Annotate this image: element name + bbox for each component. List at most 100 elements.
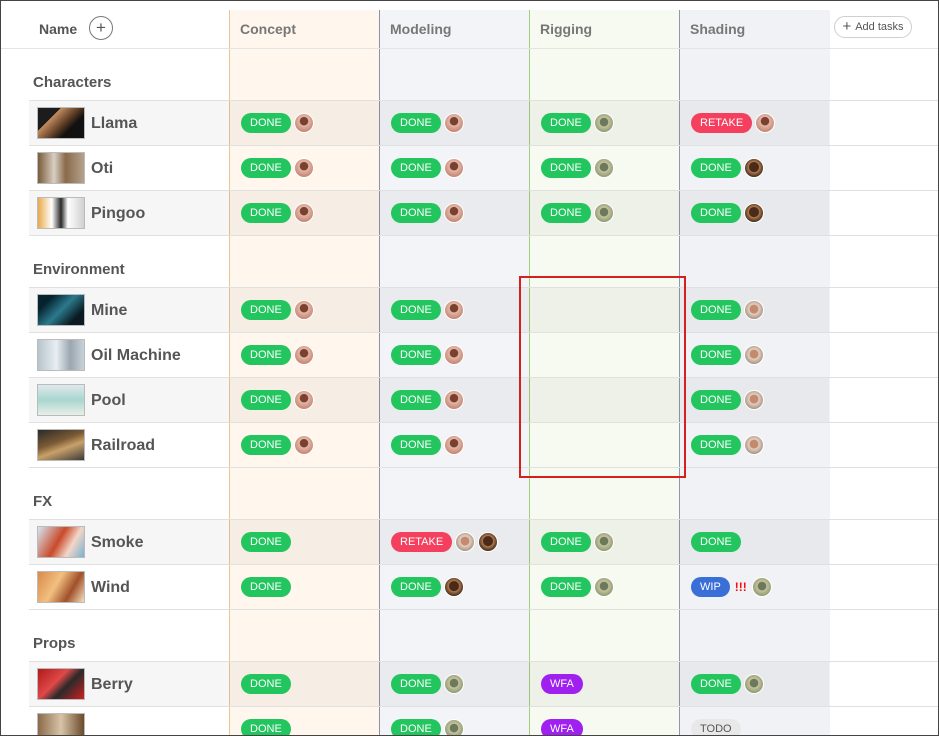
status-badge[interactable]: DONE [241,435,291,455]
task-cell-shading[interactable]: DONE [691,342,764,368]
task-cell-concept[interactable]: DONE [241,432,314,458]
avatar[interactable] [743,158,764,178]
task-cell-rigging[interactable]: DONE [541,574,614,600]
table-row[interactable]: Smoke DONE RETAKE DONE DONE [29,519,938,564]
task-cell-shading[interactable]: TODO [691,716,741,735]
task-cell-rigging[interactable]: DONE [541,529,614,555]
table-row[interactable]: Oti DONE DONE DONE DONE [29,145,938,190]
task-cell-rigging[interactable]: DONE [541,155,614,181]
task-cell-concept[interactable]: DONE [241,155,314,181]
avatar[interactable] [443,577,464,597]
status-badge[interactable]: DONE [241,532,291,552]
status-badge[interactable]: DONE [391,158,441,178]
status-badge[interactable]: WIP [691,577,730,597]
task-cell-modeling[interactable]: DONE [391,155,464,181]
avatar[interactable] [293,113,314,133]
task-cell-modeling[interactable]: DONE [391,716,464,735]
asset-thumbnail[interactable] [37,429,85,461]
add-tasks-button[interactable]: + Add tasks [834,16,912,38]
task-cell-modeling[interactable]: DONE [391,110,464,136]
status-badge[interactable]: DONE [391,345,441,365]
asset-thumbnail[interactable] [37,384,85,416]
status-badge[interactable]: WFA [541,674,583,694]
status-badge[interactable]: DONE [691,203,741,223]
task-cell-concept[interactable]: DONE [241,529,291,555]
status-badge[interactable]: DONE [391,719,441,735]
avatar[interactable] [593,203,614,223]
status-badge[interactable]: WFA [541,719,583,735]
avatar[interactable] [293,435,314,455]
avatar[interactable] [743,674,764,694]
avatar[interactable] [443,345,464,365]
column-header-modeling[interactable]: Modeling [390,21,451,37]
status-badge[interactable]: DONE [691,300,741,320]
avatar[interactable] [443,113,464,133]
task-cell-concept[interactable]: DONE [241,387,314,413]
status-badge[interactable]: RETAKE [391,532,453,552]
status-badge[interactable]: DONE [391,674,441,694]
status-badge[interactable]: TODO [691,719,741,735]
status-badge[interactable]: DONE [541,158,591,178]
status-badge[interactable]: DONE [541,203,591,223]
column-header-rigging[interactable]: Rigging [540,21,592,37]
avatar[interactable] [478,532,499,552]
task-cell-modeling[interactable]: DONE [391,342,464,368]
task-cell-rigging[interactable]: WFA [541,671,583,697]
status-badge[interactable]: DONE [241,390,291,410]
asset-name[interactable]: Berry [91,676,133,694]
status-badge[interactable]: DONE [691,435,741,455]
task-cell-modeling[interactable]: DONE [391,387,464,413]
task-cell-concept[interactable]: DONE [241,110,314,136]
status-badge[interactable]: RETAKE [691,113,753,133]
asset-name[interactable]: Mine [91,302,127,320]
status-badge[interactable]: DONE [241,674,291,694]
asset-name[interactable]: Pool [91,392,126,410]
table-row[interactable]: Railroad DONE DONE DONE [29,422,938,468]
status-badge[interactable]: DONE [691,345,741,365]
task-cell-concept[interactable]: DONE [241,716,291,735]
task-cell-rigging[interactable]: DONE [541,200,614,226]
asset-thumbnail[interactable] [37,526,85,558]
asset-thumbnail[interactable] [37,571,85,603]
status-badge[interactable]: DONE [391,203,441,223]
task-cell-concept[interactable]: DONE [241,671,291,697]
add-entity-button[interactable]: + [89,16,113,40]
status-badge[interactable]: DONE [391,300,441,320]
avatar[interactable] [593,158,614,178]
table-row[interactable]: Pool DONE DONE DONE [29,377,938,422]
avatar[interactable] [743,345,764,365]
task-cell-shading[interactable]: DONE [691,529,741,555]
avatar[interactable] [443,674,464,694]
status-badge[interactable]: DONE [541,113,591,133]
status-badge[interactable]: DONE [391,390,441,410]
avatar[interactable] [293,203,314,223]
avatar[interactable] [443,300,464,320]
avatar[interactable] [593,577,614,597]
avatar[interactable] [293,345,314,365]
task-cell-concept[interactable]: DONE [241,200,314,226]
asset-name[interactable]: Llama [91,115,137,133]
task-cell-shading[interactable]: WIP!!! [691,574,772,600]
avatar[interactable] [455,532,476,552]
task-cell-shading[interactable]: RETAKE [691,110,776,136]
task-cell-concept[interactable]: DONE [241,574,291,600]
status-badge[interactable]: DONE [391,577,441,597]
table-row[interactable]: Oil Machine DONE DONE DONE [29,332,938,377]
status-badge[interactable]: DONE [241,158,291,178]
table-row[interactable]: Mine DONE DONE DONE [29,287,938,332]
task-cell-modeling[interactable]: DONE [391,297,464,323]
task-cell-modeling[interactable]: DONE [391,574,464,600]
avatar[interactable] [293,300,314,320]
status-badge[interactable]: DONE [541,577,591,597]
status-badge[interactable]: DONE [241,113,291,133]
avatar[interactable] [593,532,614,552]
table-row[interactable]: Pingoo DONE DONE DONE DONE [29,190,938,236]
task-cell-rigging[interactable]: DONE [541,110,614,136]
task-cell-shading[interactable]: DONE [691,155,764,181]
avatar[interactable] [293,390,314,410]
asset-thumbnail[interactable] [37,294,85,326]
name-column-header[interactable]: Name [39,21,77,37]
task-cell-modeling[interactable]: DONE [391,200,464,226]
table-row[interactable]: Llama DONE DONE DONE RETAKE [29,100,938,145]
avatar[interactable] [443,158,464,178]
